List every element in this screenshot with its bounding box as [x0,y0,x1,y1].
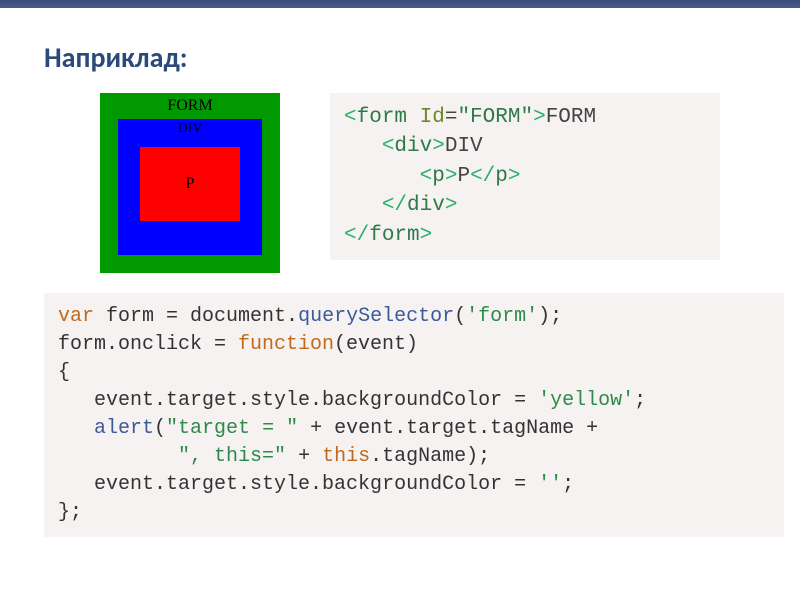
nested-div-demo: DIV P [118,119,262,255]
code-token: (event) [334,333,418,356]
code-token: > [508,165,521,188]
code-token: form.onclick = [58,333,238,356]
code-token: }; [58,501,82,524]
code-token: FORM [546,106,596,129]
code-token: < [344,106,357,129]
slide-title: Наприклад: [44,40,770,75]
nested-p-demo: P [140,147,240,221]
js-code-block: var form = document.querySelector('form'… [44,293,784,537]
slide-container: Наприклад: FORM DIV P <form Id="FORM">FO… [0,0,800,557]
nested-form-demo: FORM DIV P [100,93,280,273]
code-token: Id [407,106,445,129]
code-token: .tagName); [370,445,490,468]
code-token: ; [562,473,574,496]
code-token [344,194,382,217]
code-token: > [445,194,458,217]
code-token: </ [470,165,495,188]
code-token: form = document. [94,305,298,328]
code-token: 'yellow' [538,389,634,412]
code-token: > [432,135,445,158]
code-token: querySelector [298,305,454,328]
code-token: ( [154,417,166,440]
code-token: '' [538,473,562,496]
code-token: var [58,305,94,328]
code-token: P [457,165,470,188]
demo-form-label: FORM [100,97,280,115]
code-token: DIV [445,135,483,158]
code-token: form [369,224,419,247]
code-token: { [58,361,70,384]
code-token: function [238,333,334,356]
code-token: + [286,445,322,468]
code-token: p [495,165,508,188]
code-token: </ [344,224,369,247]
demo-p-label: P [186,175,195,193]
code-token: > [420,224,433,247]
code-token: div [394,135,432,158]
demo-div-label: DIV [118,121,262,137]
code-token: </ [382,194,407,217]
code-token: event.target.style.backgroundColor = [94,473,538,496]
code-token: event.target.style.backgroundColor = [94,389,538,412]
html-code-block: <form Id="FORM">FORM <div>DIV <p>P</p> <… [330,93,720,260]
code-token: + event.target.tagName + [298,417,598,440]
code-token [344,135,382,158]
code-token [58,417,94,440]
code-token: 'form' [466,305,538,328]
code-token: ( [454,305,466,328]
code-token: p [432,165,445,188]
code-token: > [445,165,458,188]
code-token: this [322,445,370,468]
code-token [58,389,94,412]
code-token: < [382,135,395,158]
code-token: < [420,165,433,188]
slide-top-accent [0,0,800,8]
code-token [58,473,94,496]
code-token [58,445,178,468]
code-token: alert [94,417,154,440]
code-token [344,165,420,188]
code-token: ; [634,389,646,412]
upper-row: FORM DIV P <form Id="FORM">FORM <div>DIV… [100,93,770,273]
code-token: ); [538,305,562,328]
code-token: form [357,106,407,129]
code-token: ", this=" [178,445,286,468]
code-token: > [533,106,546,129]
code-token: div [407,194,445,217]
code-token: "FORM" [457,106,533,129]
code-token: = [445,106,458,129]
code-token: "target = " [166,417,298,440]
